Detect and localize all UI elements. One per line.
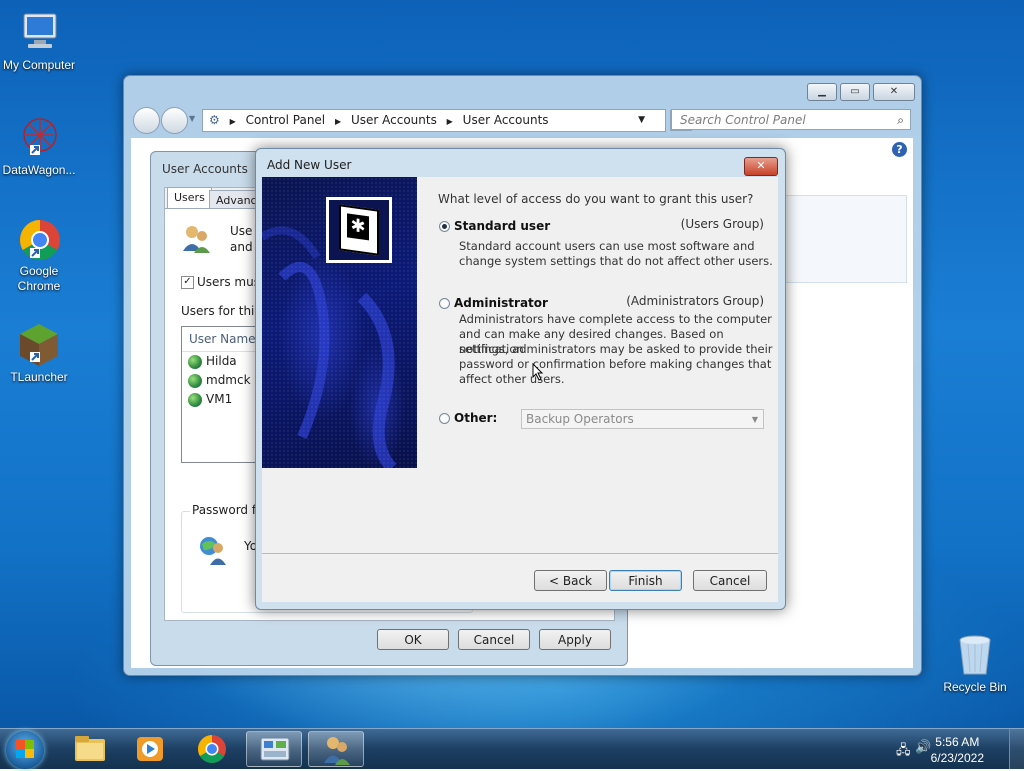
user-icon <box>188 392 202 407</box>
taskbar-user-accounts[interactable] <box>308 731 364 767</box>
show-desktop-button[interactable] <box>1009 729 1024 769</box>
minimize-button[interactable]: ▁ <box>807 83 837 101</box>
back-nav-button[interactable] <box>133 107 160 134</box>
administrator-desc-line1: Administrators have complete access to t… <box>459 312 772 326</box>
desktop-icon-label: DataWagon... <box>2 163 76 177</box>
maximize-button[interactable]: ▭ <box>840 83 870 101</box>
dialog-title: Add New User <box>267 158 352 172</box>
administrator-label[interactable]: Administrator <box>454 296 548 310</box>
taskbar-chrome[interactable] <box>184 731 240 767</box>
forward-nav-button[interactable] <box>161 107 188 134</box>
help-icon[interactable]: ? <box>892 142 907 157</box>
network-icon[interactable]: 🖧 <box>896 741 911 763</box>
search-placeholder: Search Control Panel <box>680 113 806 127</box>
wizard-logo-icon: ✱ <box>326 197 392 263</box>
finish-button[interactable]: Finish <box>609 570 682 591</box>
control-panel-icon <box>260 737 290 761</box>
tlauncher-icon <box>16 322 62 368</box>
users-icon <box>324 737 350 765</box>
user-icon <box>188 373 202 388</box>
cancel-button[interactable]: Cancel <box>458 629 530 650</box>
breadcrumb-arrow-icon[interactable]: ▶ <box>447 112 453 132</box>
other-radio[interactable] <box>439 413 450 424</box>
close-icon[interactable]: ✕ <box>744 157 778 176</box>
window-controls: ▁ ▭ ✕ <box>807 83 915 101</box>
standard-user-group: (Users Group) <box>680 217 764 231</box>
volume-icon[interactable]: 🔊 <box>915 740 931 755</box>
password-user-icon <box>196 534 228 566</box>
desktop-icon-recycle-bin[interactable]: Recycle Bin <box>936 632 1014 695</box>
access-question: What level of access do you want to gran… <box>438 192 754 206</box>
standard-user-desc-line1: Standard account users can use most soft… <box>459 239 755 253</box>
close-button[interactable]: ✕ <box>873 83 915 101</box>
apply-button[interactable]: Apply <box>539 629 611 650</box>
taskbar-control-panel[interactable] <box>246 731 302 767</box>
search-icon[interactable]: ⌕ <box>897 110 904 130</box>
user-name: mdmck <box>206 373 251 387</box>
datawagon-icon <box>16 115 62 161</box>
chevron-down-icon: ▼ <box>751 415 758 424</box>
search-input[interactable]: Search Control Panel ⌕ <box>671 109 911 130</box>
tab-users[interactable]: Users <box>167 187 212 209</box>
breadcrumb-user-accounts-current[interactable]: User Accounts <box>463 110 549 130</box>
desktop-icon-google-chrome[interactable]: Google Chrome <box>0 216 78 294</box>
desktop-icon-label: Recycle Bin <box>943 680 1007 694</box>
desktop-icon-my-computer[interactable]: My Computer <box>0 10 78 73</box>
user-icon <box>188 354 202 369</box>
administrator-desc-line4: password or confirmation before making c… <box>459 357 772 371</box>
administrator-desc-line5: affect other users. <box>459 372 565 386</box>
desktop-icon-label: My Computer <box>2 58 76 72</box>
chrome-icon <box>198 735 226 763</box>
address-bar[interactable]: ⚙ ▶ Control Panel ▶ User Accounts ▶ User… <box>202 109 692 132</box>
other-group-select[interactable]: Backup Operators ▼ <box>521 409 764 429</box>
standard-user-desc-line2: change system settings that do not affec… <box>459 254 773 268</box>
dialog-title: User Accounts <box>162 162 248 176</box>
back-button[interactable]: < Back <box>534 570 607 591</box>
taskbar: 🖧 🔊 5:56 AM 6/23/2022 <box>0 728 1024 769</box>
add-new-user-dialog: Add New User ✕ ✱ What level of access do… <box>255 148 786 610</box>
standard-user-radio[interactable] <box>439 221 450 232</box>
windows-logo-icon <box>16 740 34 758</box>
ok-button[interactable]: OK <box>377 629 449 650</box>
media-player-icon <box>137 737 163 761</box>
computer-icon <box>16 10 62 56</box>
breadcrumb-control-panel[interactable]: Control Panel <box>246 110 326 130</box>
clock[interactable]: 5:56 AM 6/23/2022 <box>931 734 984 766</box>
clock-date: 6/23/2022 <box>930 751 984 765</box>
other-label[interactable]: Other: <box>454 411 497 425</box>
user-name: Hilda <box>206 354 237 368</box>
clock-time: 5:56 AM <box>935 735 980 749</box>
chrome-icon <box>16 216 62 262</box>
desktop: My Computer DataWagon... Google Chrome T… <box>0 0 1024 728</box>
users-must-checkbox[interactable]: ✓ <box>181 276 194 289</box>
breadcrumb-user-accounts[interactable]: User Accounts <box>351 110 437 130</box>
user-name: VM1 <box>206 392 233 406</box>
mouse-cursor-icon <box>532 362 544 381</box>
breadcrumb-arrow-icon[interactable]: ▶ <box>335 112 341 132</box>
recycle-bin-icon <box>952 632 998 678</box>
address-dropdown-icon[interactable]: ▼ <box>638 110 645 130</box>
other-group-value: Backup Operators <box>526 412 634 426</box>
desktop-icon-tlauncher[interactable]: TLauncher <box>0 322 78 385</box>
control-panel-icon: ⚙ <box>209 113 220 127</box>
standard-user-label[interactable]: Standard user <box>454 219 550 233</box>
wizard-body: ✱ What level of access do you want to gr… <box>262 177 778 602</box>
administrator-group: (Administrators Group) <box>626 294 764 308</box>
cancel-button[interactable]: Cancel <box>693 570 767 591</box>
recent-pages-icon[interactable]: ▼ <box>189 114 195 123</box>
wizard-divider <box>262 553 778 554</box>
breadcrumb-arrow-icon[interactable]: ▶ <box>230 112 236 132</box>
administrator-radio[interactable] <box>439 298 450 309</box>
start-button[interactable] <box>6 731 44 769</box>
administrator-desc-line3: settings, administrators may be asked to… <box>459 342 773 356</box>
desktop-icon-label: TLauncher <box>10 370 68 384</box>
desktop-icon-datawagon[interactable]: DataWagon... <box>0 115 78 178</box>
wizard-side-image: ✱ <box>262 177 417 468</box>
taskbar-explorer[interactable] <box>62 731 118 767</box>
taskbar-media-player[interactable] <box>122 731 178 767</box>
users-icon <box>181 223 213 255</box>
desktop-icon-label: Google Chrome <box>17 264 61 293</box>
folder-icon <box>75 736 105 761</box>
